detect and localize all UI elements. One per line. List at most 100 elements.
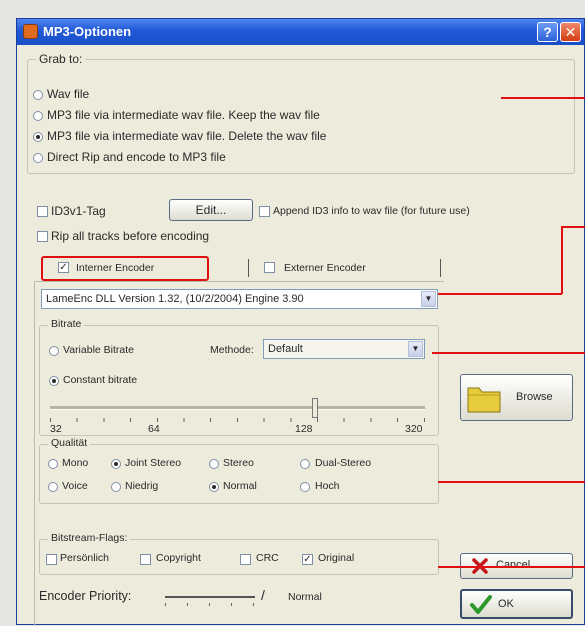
- close-button[interactable]: ✕: [560, 22, 581, 42]
- flag-personlich-label: Persönlich: [60, 552, 110, 564]
- bitstream-flags-legend: Bitstream-Flags:: [48, 532, 131, 544]
- quality-voice-radio[interactable]: [48, 482, 58, 492]
- slider-tick-32: 32: [50, 423, 62, 435]
- slider-tick-64: 64: [148, 423, 160, 435]
- tab-externer-encoder[interactable]: Externer Encoder: [264, 257, 434, 281]
- append-id3-label: Append ID3 info to wav file (for future …: [273, 205, 470, 217]
- interner-encoder-checkbox[interactable]: ✓: [58, 262, 69, 273]
- window-title: MP3-Optionen: [43, 24, 132, 39]
- slider-tick-320: 320: [405, 423, 423, 435]
- callout-select-h: [438, 293, 562, 295]
- cancel-button-label: Cancel: [496, 559, 531, 571]
- flag-copyright-label: Copyright: [156, 552, 201, 564]
- quality-group: Qualität Mono Joint Stereo Stereo Dual-S…: [39, 437, 439, 504]
- quality-legend: Qualität: [48, 437, 91, 449]
- bitstream-flags-group: Bitstream-Flags: Persönlich Copyright CR…: [39, 532, 439, 575]
- bitrate-group: Bitrate Variable Bitrate Methode: Defaul…: [39, 318, 439, 436]
- quality-stereo-radio[interactable]: [209, 459, 219, 469]
- flag-original-label: Original: [318, 552, 355, 564]
- quality-niedrig-radio[interactable]: [111, 482, 121, 492]
- priority-tick-marks: [165, 603, 255, 606]
- chevron-down-icon[interactable]: ▼: [421, 291, 436, 307]
- callout-grab-h: [501, 97, 585, 99]
- quality-dual-stereo-radio[interactable]: [300, 459, 310, 469]
- encoder-priority-value: Normal: [288, 591, 322, 603]
- quality-stereo-label: Stereo: [223, 457, 254, 469]
- priority-slider-thumb[interactable]: /: [261, 587, 265, 603]
- constant-bitrate-radio[interactable]: [49, 376, 59, 386]
- variable-bitrate-label: Variable Bitrate: [63, 344, 135, 356]
- rip-all-checkbox[interactable]: [37, 231, 48, 242]
- grab-label-direct-rip: Direct Rip and encode to MP3 file: [47, 150, 226, 164]
- constant-bitrate-label: Constant bitrate: [63, 374, 138, 386]
- title-bar[interactable]: MP3-Optionen ? ✕: [17, 19, 584, 45]
- flag-original-checkbox[interactable]: ✓: [302, 554, 313, 565]
- app-icon: [23, 24, 38, 39]
- grab-label-mp3-delete: MP3 file via intermediate wav file. Dele…: [47, 129, 327, 143]
- quality-dual-stereo-label: Dual-Stereo: [315, 457, 372, 469]
- quality-normal-radio[interactable]: [209, 482, 219, 492]
- help-button[interactable]: ?: [537, 22, 558, 42]
- grab-radio-mp3-delete[interactable]: [33, 132, 43, 142]
- quality-joint-stereo-radio[interactable]: [111, 459, 121, 469]
- grab-radio-direct-rip[interactable]: [33, 153, 43, 163]
- chevron-down-icon[interactable]: ▼: [408, 341, 423, 357]
- mp3-options-dialog: MP3-Optionen ? ✕ Grab to: Wav file MP3 f…: [16, 18, 585, 626]
- encoder-priority-slider[interactable]: [165, 591, 255, 607]
- edit-button-label: Edit...: [195, 203, 227, 217]
- encoder-select[interactable]: LameEnc DLL Version 1.32, (10/2/2004) En…: [41, 289, 438, 309]
- edit-button[interactable]: Edit...: [169, 199, 253, 221]
- id3-checkbox[interactable]: [37, 206, 48, 217]
- grab-to-legend: Grab to:: [36, 52, 86, 66]
- folder-icon: [467, 387, 501, 413]
- callout-tab-v: [561, 226, 563, 294]
- bitrate-legend: Bitrate: [48, 318, 85, 330]
- slider-tick-marks: [50, 418, 425, 422]
- tab-interner-encoder[interactable]: ✓ Interner Encoder: [41, 256, 209, 281]
- quality-joint-stereo-label: Joint Stereo: [125, 457, 182, 469]
- grab-radio-wav[interactable]: [33, 90, 43, 100]
- tab-interner-encoder-label: Interner Encoder: [76, 262, 155, 274]
- flag-crc-checkbox[interactable]: [240, 554, 251, 565]
- flag-copyright-checkbox[interactable]: [140, 554, 151, 565]
- append-id3-checkbox[interactable]: [259, 206, 270, 217]
- tab-externer-encoder-label: Externer Encoder: [284, 262, 366, 274]
- method-select[interactable]: Default ▼: [263, 339, 425, 359]
- quality-hoch-radio[interactable]: [300, 482, 310, 492]
- quality-mono-radio[interactable]: [48, 459, 58, 469]
- rip-all-label: Rip all tracks before encoding: [51, 229, 210, 243]
- tab-end-divider: [440, 259, 441, 277]
- slider-thumb[interactable]: [312, 398, 318, 418]
- grab-label-wav: Wav file: [47, 87, 90, 101]
- encoder-select-value: LameEnc DLL Version 1.32, (10/2/2004) En…: [46, 293, 304, 305]
- flag-crc-label: CRC: [256, 552, 279, 564]
- browse-button-label: Browse: [516, 391, 553, 403]
- callout-quality-h: [438, 481, 585, 483]
- method-select-value: Default: [268, 343, 303, 355]
- slider-tick-128: 128: [295, 423, 313, 435]
- quality-hoch-label: Hoch: [315, 480, 340, 492]
- method-label: Methode:: [210, 344, 254, 356]
- slider-track: [50, 406, 425, 410]
- externer-encoder-checkbox[interactable]: [264, 262, 275, 273]
- encoder-priority-label: Encoder Priority:: [39, 589, 132, 603]
- callout-tab-h: [561, 226, 585, 228]
- callout-bitrate-h: [432, 352, 585, 354]
- id3-label: ID3v1-Tag: [51, 204, 106, 218]
- grab-label-mp3-keep: MP3 file via intermediate wav file. Keep…: [47, 108, 320, 122]
- quality-voice-label: Voice: [62, 480, 88, 492]
- ok-button-label: OK: [498, 598, 514, 610]
- quality-normal-label: Normal: [223, 480, 257, 492]
- callout-flags-h: [438, 566, 585, 568]
- bitrate-slider[interactable]: 32 64 128 320: [50, 396, 425, 436]
- checkmark-icon: [470, 595, 492, 614]
- browse-button[interactable]: Browse: [460, 374, 573, 421]
- variable-bitrate-radio[interactable]: [49, 346, 59, 356]
- grab-radio-mp3-keep[interactable]: [33, 111, 43, 121]
- tab-divider: [248, 259, 249, 277]
- priority-slider-track: [165, 596, 255, 598]
- quality-niedrig-label: Niedrig: [125, 480, 159, 492]
- flag-personlich-checkbox[interactable]: [46, 554, 57, 565]
- ok-button[interactable]: OK: [460, 589, 573, 619]
- quality-mono-label: Mono: [62, 457, 89, 469]
